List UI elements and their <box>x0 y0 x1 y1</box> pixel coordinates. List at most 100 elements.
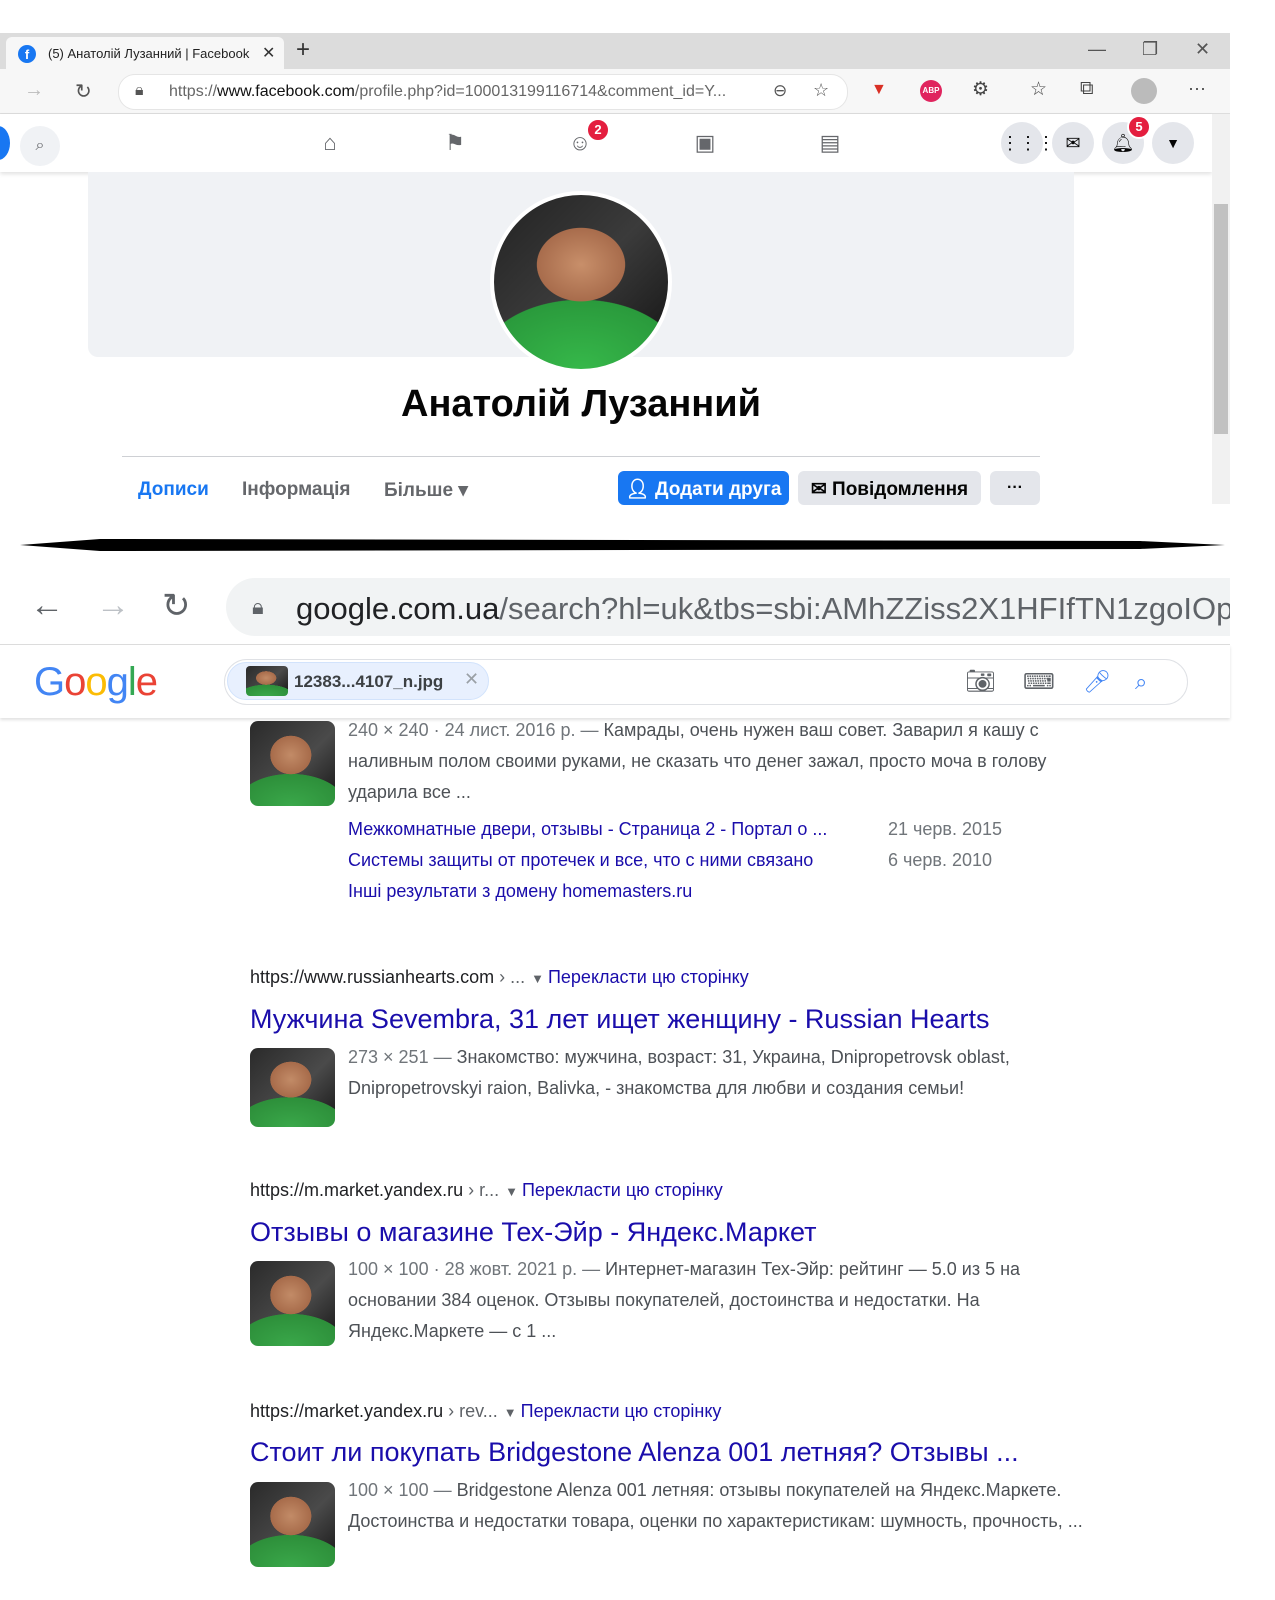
extensions-icon[interactable]: ⚙ <box>972 78 989 101</box>
favorites-icon[interactable]: ☆ <box>1030 78 1047 101</box>
account-dropdown-icon[interactable]: ▼ <box>1152 122 1194 164</box>
tab-facebook-profile[interactable]: f (5) Анатолій Лузанний | Facebook ✕ <box>6 37 284 69</box>
tab-strip: f (5) Анатолій Лузанний | Facebook ✕ + —… <box>0 33 1230 69</box>
add-friend-icon: 👤︎ <box>625 479 655 500</box>
profile-avatar[interactable] <box>490 191 672 373</box>
profile-avatar-icon[interactable] <box>1131 78 1157 104</box>
collections-icon[interactable]: ⧉ <box>1080 78 1094 100</box>
scrollbar-thumb[interactable] <box>1214 204 1228 434</box>
result-cite[interactable]: https://www.russianhearts.com › ... ▼ Пере… <box>250 967 749 988</box>
address-url: google.com.ua/search?hl=uk&tbs=sbi:AMhZZ… <box>296 591 1230 626</box>
address-url: https://www.facebook.com/profile.php?id=… <box>169 83 727 100</box>
reload-icon[interactable]: ↻ <box>75 79 92 104</box>
translate-link[interactable]: Перекласти цю сторінку <box>548 967 749 987</box>
result-snippet: 240 × 240 · 24 лист. 2016 р. — Камрады, … <box>348 715 1088 808</box>
camera-icon[interactable]: 📷︎ <box>965 667 995 696</box>
message-label: Повідомлення <box>832 479 969 500</box>
remove-image-icon[interactable]: ✕ <box>464 669 479 690</box>
adblock-plus-icon[interactable]: ABP <box>920 80 942 102</box>
dropdown-arrow-icon[interactable]: ▼ <box>504 1405 517 1420</box>
search-box[interactable]: 12383...4107_n.jpg ✕ 📷︎ ⌨ 🎤︎ ⌕ <box>224 659 1188 705</box>
result-title-link[interactable]: Стоит ли покупать Bridgestone Alenza 001… <box>250 1437 1019 1468</box>
result-title-link[interactable]: Мужчина Sevembra, 31 лет ищет женщину - … <box>250 1004 990 1035</box>
profile-divider <box>122 456 1040 457</box>
snippet-meta: 100 × 100 · 28 жовт. 2021 р. — <box>348 1259 606 1279</box>
tab-more[interactable]: Більше ▾ <box>384 479 468 502</box>
forward-arrow-icon[interactable]: → <box>24 79 44 102</box>
result-thumbnail[interactable] <box>250 1482 335 1567</box>
google-search-header: Google 12383...4107_n.jpg ✕ 📷︎ ⌨ 🎤︎ ⌕ <box>0 645 1230 718</box>
notifications-badge: 5 <box>1127 115 1151 139</box>
window-close-icon[interactable]: ✕ <box>1195 39 1210 60</box>
messenger-icon[interactable]: ✉ <box>1052 122 1094 164</box>
facebook-favicon-icon: f <box>18 45 36 63</box>
dropdown-arrow-icon[interactable]: ▼ <box>505 1184 518 1199</box>
snippet-meta: 273 × 251 — <box>348 1047 457 1067</box>
image-file-name: 12383...4107_n.jpg <box>294 672 444 691</box>
google-logo[interactable]: Google <box>34 660 158 705</box>
apps-menu-icon[interactable]: ⋮⋮⋮ <box>1001 122 1055 164</box>
marketplace-icon[interactable]: ▤ <box>815 128 845 158</box>
pocket-extension-icon[interactable]: ▼ <box>871 81 887 99</box>
keyboard-icon[interactable]: ⌨ <box>1023 669 1055 695</box>
snippet-meta: 240 × 240 · 24 лист. 2016 р. — <box>348 720 604 740</box>
forward-arrow-icon[interactable]: → <box>96 586 130 625</box>
new-tab-icon[interactable]: + <box>296 36 310 64</box>
sitelink[interactable]: Межкомнатные двери, отзывы - Страница 2 … <box>348 819 827 840</box>
page-scrollbar[interactable] <box>1212 114 1230 504</box>
sitelink-date: 21 черв. 2015 <box>888 819 1003 839</box>
search-icon[interactable]: ⌕ <box>1135 669 1147 695</box>
address-bar[interactable]: 🔒︎ google.com.ua/search?hl=uk&tbs=sbi:AM… <box>226 578 1230 636</box>
sitelink[interactable]: Системы защиты от протечек и все, что с … <box>348 850 813 871</box>
result-thumbnail[interactable] <box>250 1048 335 1127</box>
translate-link[interactable]: Перекласти цю сторінку <box>521 1401 722 1421</box>
sitelink-date: 6 черв. 2010 <box>888 850 993 870</box>
zoom-out-icon[interactable]: ⊖ <box>773 81 787 101</box>
more-options-button[interactable]: ··· <box>990 471 1040 505</box>
settings-menu-icon[interactable]: ··· <box>1188 78 1206 99</box>
image-search-chip[interactable]: 12383...4107_n.jpg ✕ <box>227 662 489 700</box>
tab-posts[interactable]: Дописи <box>138 479 209 501</box>
add-friend-button[interactable]: 👤︎ Додати друга <box>618 471 789 505</box>
lock-icon[interactable]: 🔒︎ <box>135 82 144 100</box>
back-arrow-icon[interactable]: ← <box>30 586 64 625</box>
facebook-logo-icon[interactable] <box>0 126 10 160</box>
result-cite[interactable]: https://m.market.yandex.ru › r... ▼ Перекл… <box>250 1180 723 1201</box>
result-thumbnail[interactable] <box>250 1261 335 1346</box>
more-results-link[interactable]: Інші результати з домену homemasters.ru <box>348 881 692 902</box>
address-bar[interactable]: 🔒︎ https://www.facebook.com/profile.php?… <box>118 74 848 110</box>
result-title-link[interactable]: Отзывы о магазине Тех-Эйр - Яндекс.Марке… <box>250 1217 816 1248</box>
message-button[interactable]: ✉ Повідомлення <box>798 471 981 505</box>
edge-toolbar: → ↻ 🔒︎ https://www.facebook.com/profile.… <box>0 69 1230 114</box>
facebook-top-nav: ⌕ ⌂ ⚑ ☺ 2 ▣ ▤ ⋮⋮⋮ ✉ 🔔︎ 5 ▼ <box>0 114 1212 172</box>
maximize-icon[interactable]: ❐ <box>1142 39 1158 60</box>
result-snippet: 100 × 100 — Bridgestone Alenza 001 летня… <box>348 1475 1088 1537</box>
tab-about[interactable]: Інформація <box>242 479 351 501</box>
tab-title: (5) Анатолій Лузанний | Facebook <box>48 46 250 61</box>
add-friend-label: Додати друга <box>654 479 782 500</box>
minimize-icon[interactable]: — <box>1088 39 1106 60</box>
pages-flag-icon[interactable]: ⚑ <box>440 128 470 158</box>
messenger-small-icon: ✉ <box>810 479 833 500</box>
profile-name: Анатолій Лузанний <box>401 383 761 425</box>
snippet-meta: 100 × 100 — <box>348 1480 457 1500</box>
translate-link[interactable]: Перекласти цю сторінку <box>522 1180 723 1200</box>
friends-notification-badge: 2 <box>586 118 610 142</box>
microphone-icon[interactable]: 🎤︎ <box>1083 669 1111 695</box>
gaming-icon[interactable]: ▣ <box>690 128 720 158</box>
result-snippet: 273 × 251 — Знакомство: мужчина, возраст… <box>348 1042 1088 1104</box>
screenshot-separator <box>20 539 1225 551</box>
favorite-add-icon[interactable]: ☆ <box>813 80 829 101</box>
result-snippet: 100 × 100 · 28 жовт. 2021 р. — Интернет-… <box>348 1254 1088 1347</box>
result-cite[interactable]: https://market.yandex.ru › rev... ▼ Перекл… <box>250 1401 721 1422</box>
snippet-text: Bridgestone Alenza 001 летняя: отзывы по… <box>348 1480 1083 1531</box>
tab-close-icon[interactable]: ✕ <box>262 43 275 63</box>
lock-icon[interactable]: 🔒︎ <box>252 594 264 620</box>
facebook-browser-window: f (5) Анатолій Лузанний | Facebook ✕ + —… <box>0 0 1230 515</box>
home-icon[interactable]: ⌂ <box>315 128 345 158</box>
result-thumbnail[interactable] <box>250 721 335 806</box>
dropdown-arrow-icon[interactable]: ▼ <box>531 971 544 986</box>
query-image-thumbnail <box>246 666 288 696</box>
search-icon[interactable]: ⌕ <box>20 126 60 166</box>
reload-icon[interactable]: ↻ <box>162 586 191 626</box>
